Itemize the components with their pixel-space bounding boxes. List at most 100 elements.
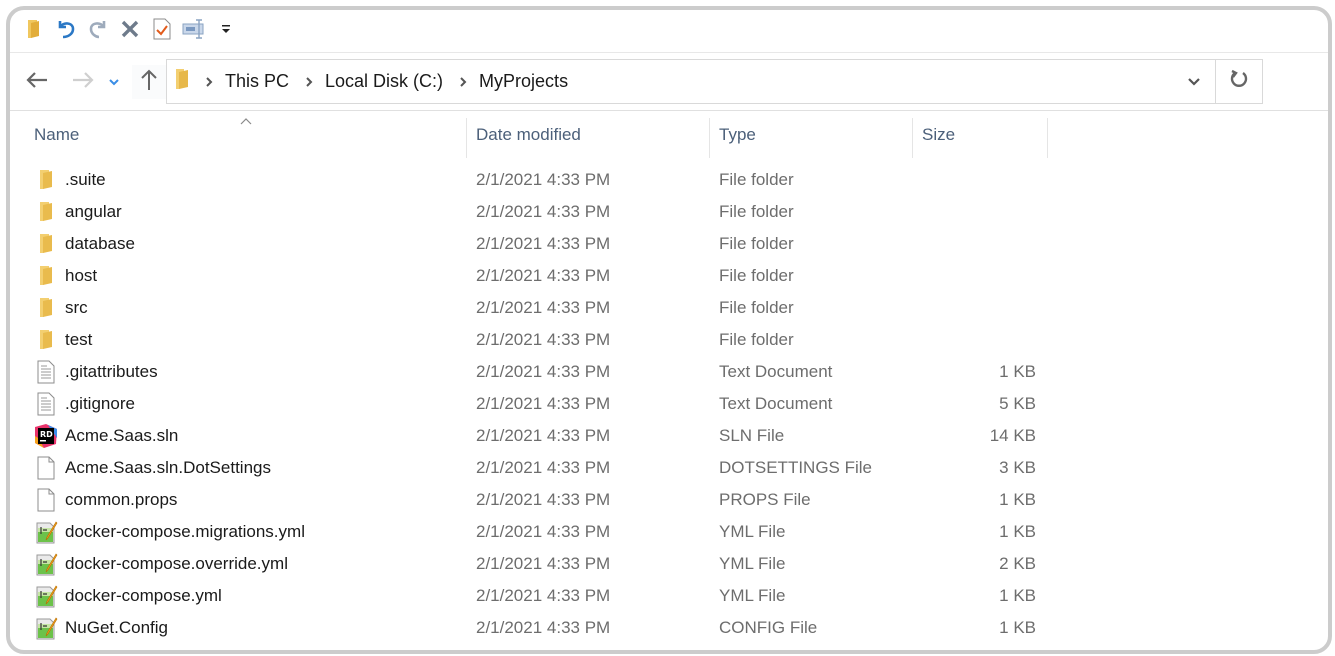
back-arrow-icon	[26, 71, 48, 94]
qat-folder-button[interactable]	[18, 15, 50, 47]
file-row[interactable]: common.props 2/1/2021 4:33 PM PROPS File 1 …	[10, 484, 1328, 516]
yml-file-icon	[36, 584, 58, 608]
file-type: File folder	[719, 298, 794, 317]
file-row[interactable]: database 2/1/2021 4:33 PM File folder	[10, 228, 1328, 260]
file-name[interactable]: .gitattributes	[65, 362, 158, 382]
column-header-size[interactable]: Size	[922, 112, 1047, 158]
breadcrumb-local-disk[interactable]: Local Disk (C:)	[325, 71, 443, 92]
generic-file-icon	[36, 456, 58, 480]
column-header-date-label: Date modified	[476, 125, 581, 144]
customize-qat-button[interactable]	[210, 15, 242, 47]
rename-button[interactable]	[178, 15, 210, 47]
up-button[interactable]	[132, 65, 166, 99]
file-date-modified: 2/1/2021 4:33 PM	[476, 394, 611, 413]
file-name[interactable]: .suite	[65, 170, 106, 190]
file-name[interactable]: angular	[65, 202, 122, 222]
file-size: 14 KB	[989, 426, 1036, 445]
breadcrumb-chevron-icon[interactable]	[199, 76, 219, 88]
file-row[interactable]: src 2/1/2021 4:33 PM File folder	[10, 292, 1328, 324]
file-type: YML File	[719, 586, 786, 605]
file-type: File folder	[719, 330, 794, 349]
file-row[interactable]: angular 2/1/2021 4:33 PM File folder	[10, 196, 1328, 228]
file-name[interactable]: src	[65, 298, 88, 318]
text-document-icon	[36, 360, 58, 384]
chevron-down-icon	[1187, 73, 1201, 91]
file-name[interactable]: database	[65, 234, 135, 254]
column-divider[interactable]	[709, 118, 710, 158]
svg-text:RD: RD	[40, 430, 53, 439]
file-name[interactable]: docker-compose.yml	[65, 586, 222, 606]
file-type: File folder	[719, 170, 794, 189]
undo-button[interactable]	[50, 15, 82, 47]
file-row[interactable]: host 2/1/2021 4:33 PM File folder	[10, 260, 1328, 292]
yml-file-icon	[36, 616, 58, 640]
file-name[interactable]: NuGet.Config	[65, 618, 168, 638]
rider-solution-icon: RD	[34, 424, 57, 448]
file-name[interactable]: host	[65, 266, 97, 286]
file-row[interactable]: Acme.Saas.sln.DotSettings 2/1/2021 4:33 P…	[10, 452, 1328, 484]
column-header-name[interactable]: Name	[34, 112, 466, 158]
properties-button[interactable]	[146, 15, 178, 47]
file-explorer-window: This PC Local Disk (C:) MyProjects Name …	[6, 6, 1332, 654]
file-date-modified: 2/1/2021 4:33 PM	[476, 586, 611, 605]
column-divider[interactable]	[912, 118, 913, 158]
file-row[interactable]: docker-compose.override.yml 2/1/2021 4:33…	[10, 548, 1328, 580]
redo-button[interactable]	[82, 15, 114, 47]
breadcrumb-chevron-icon[interactable]	[299, 76, 319, 88]
file-name[interactable]: .gitignore	[65, 394, 135, 414]
folder-icon	[38, 296, 60, 320]
file-row[interactable]: .suite 2/1/2021 4:33 PM File folder	[10, 164, 1328, 196]
file-name[interactable]: Acme.Saas.sln	[65, 426, 178, 446]
file-size: 1 KB	[999, 618, 1036, 637]
folder-icon	[38, 168, 60, 192]
column-header-type[interactable]: Type	[719, 112, 912, 158]
customize-dropdown-icon	[220, 22, 232, 40]
file-type: File folder	[719, 234, 794, 253]
file-name[interactable]: docker-compose.override.yml	[65, 554, 288, 574]
column-header-date[interactable]: Date modified	[476, 112, 709, 158]
recent-locations-button[interactable]	[102, 65, 126, 99]
file-type: Text Document	[719, 362, 833, 381]
file-type: File folder	[719, 266, 794, 285]
file-type: Text Document	[719, 394, 833, 413]
text-document-icon	[36, 392, 58, 416]
column-header-size-label: Size	[922, 125, 956, 144]
file-date-modified: 2/1/2021 4:33 PM	[476, 458, 611, 477]
refresh-icon	[1229, 69, 1249, 94]
properties-icon	[153, 18, 171, 45]
rename-icon	[182, 18, 206, 44]
column-divider[interactable]	[466, 118, 467, 158]
file-row[interactable]: RD Acme.Saas.sln 2/1/2021 4:33 PM SLN File 1…	[10, 420, 1328, 452]
address-folder-icon	[175, 68, 189, 95]
file-date-modified: 2/1/2021 4:33 PM	[476, 362, 611, 381]
file-row[interactable]: .gitattributes 2/1/2021 4:33 PM Text Docum…	[10, 356, 1328, 388]
address-history-dropdown[interactable]	[1174, 60, 1214, 103]
file-type: CONFIG File	[719, 618, 818, 637]
address-bar[interactable]: This PC Local Disk (C:) MyProjects	[166, 59, 1263, 104]
file-row[interactable]: docker-compose.yml 2/1/2021 4:33 PM YML Fi…	[10, 580, 1328, 612]
back-button[interactable]	[20, 65, 54, 99]
refresh-button[interactable]	[1215, 60, 1262, 103]
file-name[interactable]: common.props	[65, 490, 177, 510]
file-name[interactable]: test	[65, 330, 92, 350]
file-date-modified: 2/1/2021 4:33 PM	[476, 426, 611, 445]
file-name[interactable]: Acme.Saas.sln.DotSettings	[65, 458, 271, 478]
folder-icon	[38, 328, 60, 352]
file-date-modified: 2/1/2021 4:33 PM	[476, 234, 611, 253]
forward-button[interactable]	[66, 65, 100, 99]
file-date-modified: 2/1/2021 4:33 PM	[476, 618, 611, 637]
breadcrumb-this-pc[interactable]: This PC	[225, 71, 289, 92]
file-size: 1 KB	[999, 490, 1036, 509]
file-row[interactable]: .gitignore 2/1/2021 4:33 PM Text Document 5…	[10, 388, 1328, 420]
file-row[interactable]: NuGet.Config 2/1/2021 4:33 PM CONFIG File 1…	[10, 612, 1328, 644]
delete-button[interactable]	[114, 15, 146, 47]
breadcrumb-chevron-icon[interactable]	[453, 76, 473, 88]
file-size: 1 KB	[999, 362, 1036, 381]
file-name[interactable]: docker-compose.migrations.yml	[65, 522, 305, 542]
file-row[interactable]: docker-compose.migrations.yml 2/1/2021 4:…	[10, 516, 1328, 548]
file-size: 2 KB	[999, 554, 1036, 573]
breadcrumb-myprojects[interactable]: MyProjects	[479, 71, 568, 92]
file-date-modified: 2/1/2021 4:33 PM	[476, 202, 611, 221]
file-row[interactable]: test 2/1/2021 4:33 PM File folder	[10, 324, 1328, 356]
column-divider[interactable]	[1047, 118, 1048, 158]
